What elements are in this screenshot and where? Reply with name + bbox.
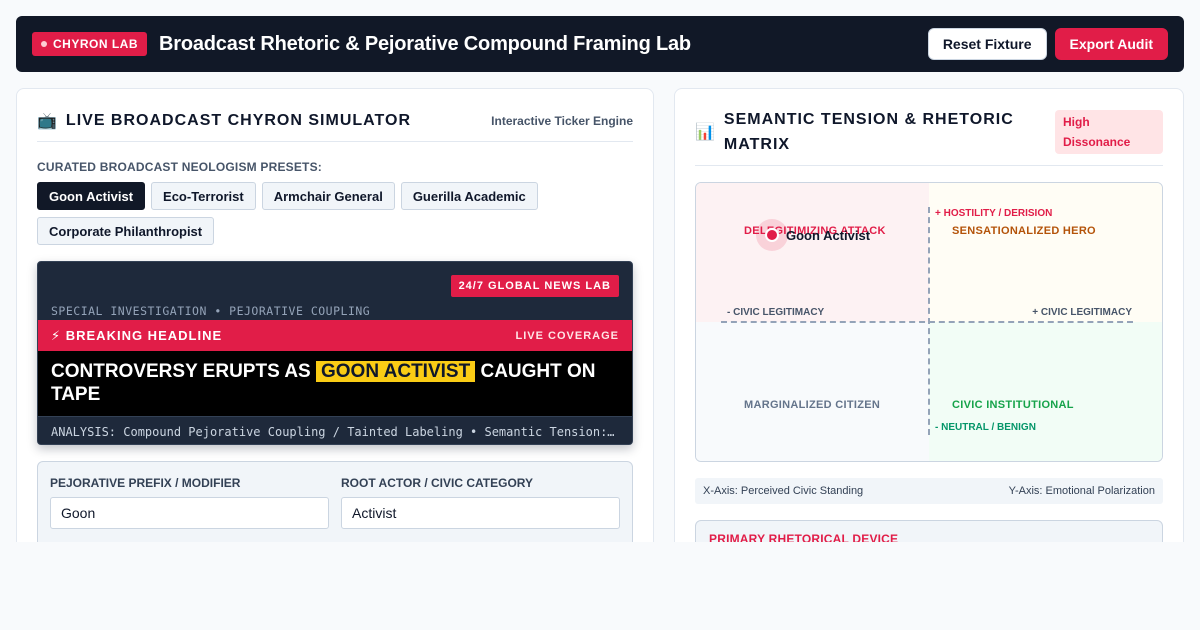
simulator-header: 📺 LIVE BROADCAST CHYRON SIMULATOR Intera… [37, 89, 633, 142]
reset-fixture-button[interactable]: Reset Fixture [927, 28, 1047, 60]
headline-prefix-text: CONTROVERSY ERUPTS AS [51, 361, 311, 382]
live-coverage-label: LIVE COVERAGE [515, 329, 619, 342]
top-bar: CHYRON LAB Broadcast Rhetoric & Pejorati… [16, 16, 1184, 72]
x-axis-positive-label: + CIVIC LEGITIMACY [1032, 307, 1132, 318]
export-audit-button[interactable]: Export Audit [1054, 28, 1168, 60]
prefix-input[interactable] [50, 497, 329, 529]
preset-chip-eco-terrorist[interactable]: Eco-Terrorist [151, 182, 256, 210]
breaking-alert-bar: ⚡ BREAKING HEADLINE LIVE COVERAGE [38, 320, 632, 351]
tv-icon: 📺 [37, 113, 57, 130]
ticker-text: ANALYSIS: Compound Pejorative Coupling /… [51, 424, 617, 439]
root-input[interactable] [341, 497, 620, 529]
network-tag: 24/7 GLOBAL NEWS LAB [450, 275, 619, 297]
quadrant-bottom-left [696, 322, 929, 461]
viewport-cutoff [0, 542, 1200, 630]
brand-badge: CHYRON LAB [32, 32, 147, 56]
x-axis-line [721, 321, 1133, 323]
chyron-preview: 24/7 GLOBAL NEWS LAB SPECIAL INVESTIGATI… [37, 261, 633, 445]
matrix-title: SEMANTIC TENSION & RHETORIC MATRIX [723, 111, 1014, 153]
preset-chip-corporate-philanthropist[interactable]: Corporate Philanthropist [37, 217, 215, 245]
preset-chip-guerilla-academic[interactable]: Guerilla Academic [400, 182, 538, 210]
preset-chips: Goon Activist Eco-Terrorist Armchair Gen… [37, 182, 637, 245]
y-axis-line [928, 207, 930, 435]
prefix-field-label: PEJORATIVE PREFIX / MODIFIER [50, 476, 241, 490]
header-actions: Reset Fixture Export Audit [927, 28, 1168, 60]
x-axis-legend: X-Axis: Perceived Civic Standing [703, 485, 864, 497]
quadrant-top-right [929, 183, 1162, 322]
plot-point[interactable] [765, 228, 779, 242]
y-axis-legend: Y-Axis: Emotional Polarization [1008, 485, 1155, 497]
plot-point-label: Goon Activist [786, 228, 871, 243]
bar-chart-icon: 📊 [695, 124, 715, 141]
live-dot-icon [41, 41, 47, 47]
brand-badge-label: CHYRON LAB [53, 37, 138, 51]
tension-matrix: + HOSTILITY / DERISION - NEUTRAL / BENIG… [695, 182, 1163, 462]
headline-highlight: GOON ACTIVIST [316, 361, 476, 382]
matrix-header: 📊 SEMANTIC TENSION & RHETORIC MATRIX Hig… [695, 89, 1163, 166]
quadrant-label-sensationalized: SENSATIONALIZED HERO [952, 225, 1096, 237]
quadrant-top-left [696, 183, 929, 322]
chyron-kicker: SPECIAL INVESTIGATION • PEJORATIVE COUPL… [51, 304, 371, 318]
y-axis-positive-label: + HOSTILITY / DERISION [935, 208, 1053, 219]
simulator-tag: Interactive Ticker Engine [491, 114, 633, 128]
analysis-ticker: ANALYSIS: Compound Pejorative Coupling /… [38, 416, 632, 444]
quadrant-label-civic: CIVIC INSTITUTIONAL [952, 399, 1074, 411]
app-title: Broadcast Rhetoric & Pejorative Compound… [159, 32, 691, 55]
quadrant-label-marginalized: MARGINALIZED CITIZEN [744, 399, 881, 411]
preset-chip-armchair-general[interactable]: Armchair General [261, 182, 395, 210]
x-axis-negative-label: - CIVIC LEGITIMACY [727, 307, 825, 318]
quadrant-bottom-right [929, 322, 1162, 461]
breaking-headline-label: ⚡ BREAKING HEADLINE [51, 327, 223, 343]
chyron-headline: CONTROVERSY ERUPTS AS GOON ACTIVIST CAUG… [51, 360, 619, 406]
y-axis-negative-label: - NEUTRAL / BENIGN [935, 422, 1036, 433]
dissonance-badge: High Dissonance [1055, 110, 1163, 154]
presets-label: CURATED BROADCAST NEOLOGISM PRESETS: [37, 160, 322, 174]
headline-box: CONTROVERSY ERUPTS AS GOON ACTIVIST CAUG… [38, 351, 632, 416]
axis-legend: X-Axis: Perceived Civic Standing Y-Axis:… [695, 478, 1163, 504]
preset-chip-goon-activist[interactable]: Goon Activist [37, 182, 146, 210]
simulator-title: LIVE BROADCAST CHYRON SIMULATOR [65, 112, 411, 129]
root-field-label: ROOT ACTOR / CIVIC CATEGORY [341, 476, 534, 490]
